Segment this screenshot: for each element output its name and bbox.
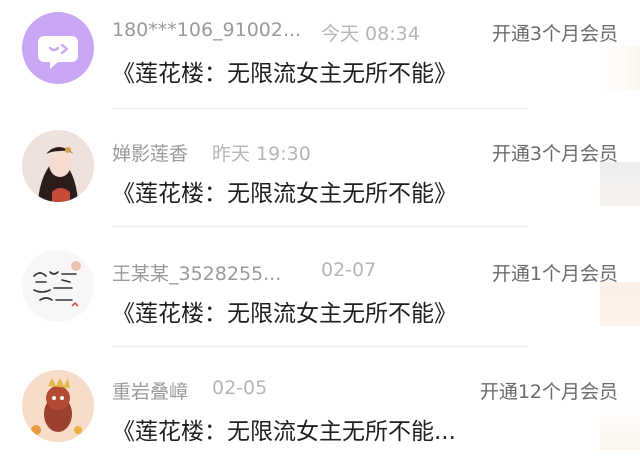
membership-badge: 开通12个月会员 [479, 381, 618, 403]
divider [112, 226, 528, 227]
user-avatar[interactable] [22, 250, 94, 322]
message-row[interactable]: 王某某_3528255... 02-07 开通1个月会员 《莲花楼：无限流女主无… [0, 236, 640, 354]
membership-badge: 开通3个月会员 [491, 23, 618, 45]
timestamp: 02-07 [321, 259, 377, 281]
username[interactable]: 180***106_91002... [112, 19, 301, 41]
timestamp: 昨天 19:30 [212, 143, 311, 165]
timestamp: 今天 08:34 [321, 23, 420, 45]
message-row[interactable]: 180***106_91002... 今天 08:34 开通3个月会员 《莲花楼… [0, 0, 640, 118]
chat-bubble-icon[interactable] [22, 12, 94, 84]
user-avatar[interactable] [22, 130, 94, 202]
divider [112, 108, 528, 109]
timestamp: 02-05 [212, 377, 268, 399]
message-content[interactable]: 《莲花楼：无限流女主无所不能》 [112, 294, 457, 328]
book-cover-thumbnail[interactable] [600, 46, 640, 90]
username[interactable]: 婵影莲香 [112, 139, 188, 166]
message-content[interactable]: 《莲花楼：无限流女主无所不能》 [112, 174, 457, 208]
message-content[interactable]: 《莲花楼：无限流女主无所不能... [112, 412, 456, 446]
divider [112, 346, 528, 347]
user-avatar[interactable] [22, 370, 94, 442]
message-row[interactable]: 婵影莲香 昨天 19:30 开通3个月会员 《莲花楼：无限流女主无所不能》 [0, 118, 640, 236]
book-cover-thumbnail[interactable] [600, 406, 640, 450]
message-row[interactable]: 重岩叠嶂 02-05 开通12个月会员 《莲花楼：无限流女主无所不能... [0, 354, 640, 472]
username[interactable]: 重岩叠嶂 [112, 377, 188, 404]
book-cover-thumbnail[interactable] [600, 282, 640, 326]
message-content[interactable]: 《莲花楼：无限流女主无所不能》 [112, 54, 457, 88]
username[interactable]: 王某某_3528255... [112, 259, 281, 286]
book-cover-thumbnail[interactable] [600, 162, 640, 206]
